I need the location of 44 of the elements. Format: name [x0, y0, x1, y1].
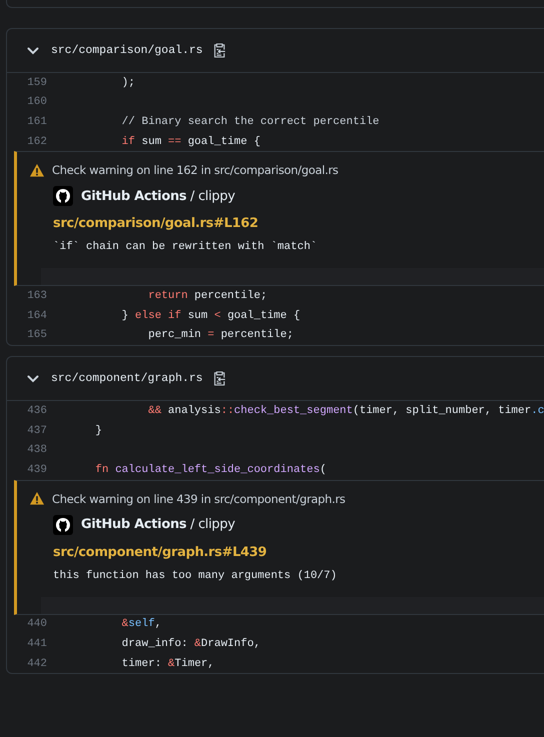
- clipboard-icon[interactable]: [212, 371, 226, 386]
- code-line: &self,: [120, 618, 162, 630]
- warning-icon: [29, 162, 45, 178]
- logo-icon: [53, 186, 73, 206]
- line-number: 437: [26, 424, 47, 437]
- annotation-message: `if` chain can be rewritten with `match`: [53, 241, 318, 254]
- line-number: 162: [26, 136, 47, 148]
- line-number: 164: [26, 310, 47, 322]
- line-number: 165: [26, 329, 47, 342]
- line-number: 438: [26, 444, 47, 456]
- check-source: GitHub Actions / clippy: [81, 188, 235, 204]
- code-line: timer: &Timer,: [120, 658, 214, 670]
- line-number: 159: [26, 76, 47, 89]
- annotation-heading: Check warning on line 439 in src/component/graph.rs: [52, 492, 346, 506]
- code-line: if sum == goal_time {: [120, 136, 260, 148]
- warning-icon: [29, 491, 45, 506]
- line-number: 442: [26, 658, 47, 670]
- logo-icon: [53, 514, 73, 535]
- code-line: } else if sum < goal_time {: [120, 310, 300, 322]
- code-line: }: [94, 424, 102, 437]
- code-line: );: [120, 76, 136, 89]
- chevron-icon[interactable]: [27, 374, 39, 383]
- line-number: 160: [26, 96, 47, 108]
- line-number: 161: [26, 116, 47, 128]
- line-number: 163: [26, 290, 47, 302]
- line-number: 441: [26, 638, 47, 650]
- chevron-icon[interactable]: [27, 46, 39, 54]
- code-line: return percentile;: [147, 290, 268, 302]
- file-path: src/comparison/goal.rs: [51, 44, 203, 57]
- file-path: src/component/graph.rs: [51, 372, 203, 386]
- code-line: perc_min = percentile;: [147, 329, 294, 342]
- annotation-heading: Check warning on line 162 in src/comparison/goal.rs: [52, 163, 338, 178]
- clipboard-icon[interactable]: [212, 43, 226, 58]
- code-line: && analysis::check_best_segment(timer, split_number, timer.c: [147, 404, 544, 417]
- code-line: // Binary search the correct percentile: [120, 116, 380, 128]
- check-source: GitHub Actions / clippy: [81, 517, 235, 532]
- annotation-message: this function has too many arguments (10/7): [53, 570, 337, 582]
- line-number: 440: [26, 618, 47, 630]
- code-line: draw_info: &DrawInfo,: [120, 638, 260, 650]
- annotation-link[interactable]: src/comparison/goal.rs#L162: [53, 216, 258, 232]
- line-number: 436: [26, 404, 47, 417]
- line-number: 439: [26, 464, 47, 476]
- code-line: fn calculate_left_side_coordinates(: [94, 464, 326, 476]
- annotation-link[interactable]: src/component/graph.rs#L439: [53, 544, 267, 560]
